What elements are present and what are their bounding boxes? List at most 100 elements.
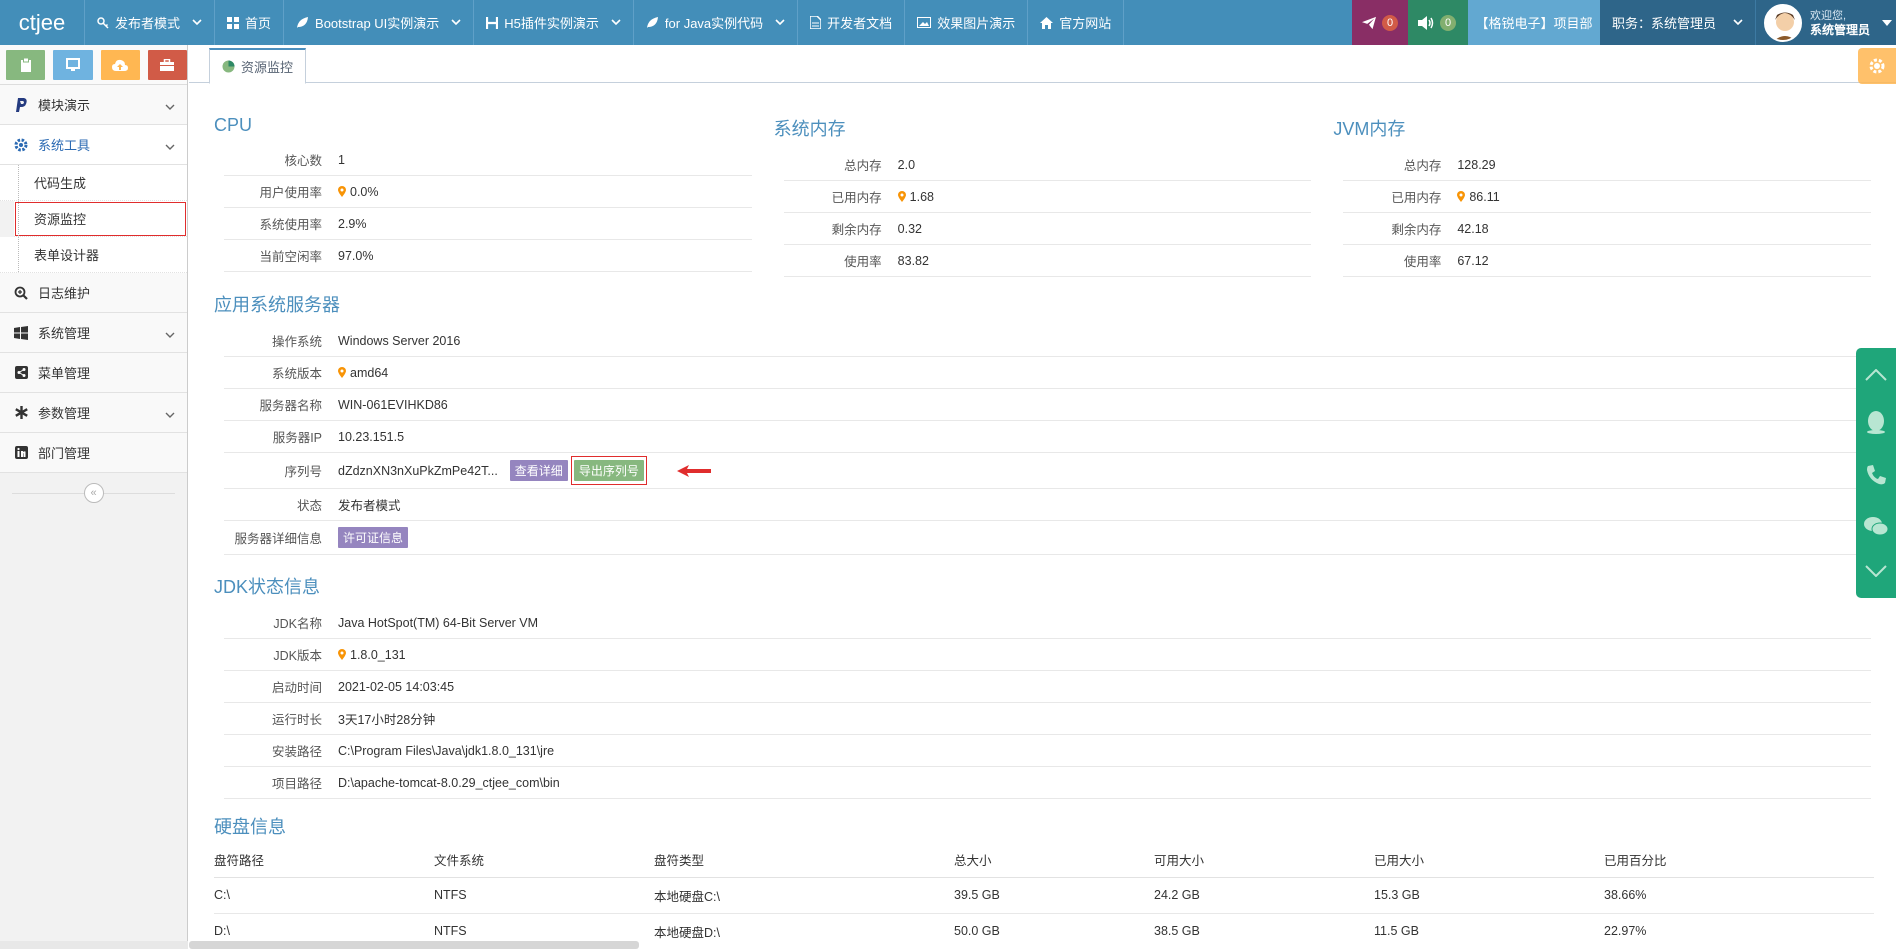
shortcut-bar bbox=[0, 45, 187, 85]
sidebar-item-parameter-management[interactable]: 参数管理 bbox=[0, 393, 187, 433]
sidebar-subitem-resource-monitor[interactable]: 资源监控 bbox=[14, 201, 187, 237]
jdk-row: JDK名称 Java HotSpot(TM) 64-Bit Server VM bbox=[224, 607, 1871, 639]
sidebar-subitem-form-designer[interactable]: 表单设计器 bbox=[0, 237, 187, 273]
briefcase-shortcut[interactable] bbox=[147, 49, 187, 80]
red-arrow-icon bbox=[676, 464, 711, 477]
sidebar-subitem-code-generation[interactable]: 代码生成 bbox=[0, 165, 187, 201]
jdk-panel: JDK状态信息 JDK名称 Java HotSpot(TM) 64-Bit Ser… bbox=[214, 573, 1896, 799]
disk-column-header: 总大小 bbox=[954, 843, 1154, 878]
detail-row: 服务器详细信息 许可证信息 bbox=[224, 521, 1871, 555]
sidebar-collapse-button[interactable]: « bbox=[0, 473, 187, 513]
mem-row: 使用率 83.82 bbox=[783, 245, 1312, 277]
serial-row: 序列号 dZdznXN3nXuPkZmPe42T... 查看详细 导出序列号 bbox=[224, 453, 1871, 489]
export-serial-button[interactable]: 导出序列号 bbox=[573, 460, 644, 481]
cpu-row: 系统使用率 2.9% bbox=[224, 208, 752, 240]
qq-icon[interactable] bbox=[1865, 410, 1887, 435]
asterisk-icon bbox=[12, 406, 30, 419]
jdk-row: 安装路径 C:\Program Files\Java\jdk1.8.0_131\j… bbox=[224, 735, 1871, 767]
project-label[interactable]: 【格锐电子】项目部 bbox=[1468, 0, 1600, 45]
clipboard-icon bbox=[20, 57, 31, 72]
jdk-key: JDK版本 bbox=[273, 649, 322, 663]
sidebar-item-department-management[interactable]: 部门管理 bbox=[0, 433, 187, 473]
document-icon bbox=[810, 16, 822, 29]
tab-resource-monitor[interactable]: 资源监控 bbox=[209, 48, 307, 84]
monitor-icon bbox=[65, 57, 80, 71]
sidebar-item-label: 日志维护 bbox=[38, 286, 91, 301]
user-menu[interactable]: 欢迎您, 系统管理员 bbox=[1755, 0, 1896, 45]
wechat-icon[interactable] bbox=[1864, 516, 1888, 536]
serial-key: 序列号 bbox=[284, 465, 322, 479]
nav-h5-plugin-demo[interactable]: H5插件实例演示 bbox=[474, 0, 634, 45]
notifications-button[interactable]: 0 bbox=[1352, 0, 1408, 45]
mem-value: 83.82 bbox=[897, 253, 929, 268]
mem-key: 使用率 bbox=[844, 255, 882, 269]
sidebar-item-module-demo[interactable]: 模块演示 bbox=[0, 85, 187, 125]
horizontal-scrollbar[interactable] bbox=[0, 941, 188, 949]
disk-cell: 38.66% bbox=[1604, 877, 1874, 914]
welcome-text: 欢迎您, bbox=[1810, 9, 1847, 22]
chevron-down-icon bbox=[451, 19, 461, 26]
monitor-shortcut[interactable] bbox=[53, 49, 93, 80]
sidebar-item-system-tools[interactable]: 系统工具 bbox=[0, 125, 187, 165]
horizontal-scrollbar-thumb[interactable] bbox=[189, 941, 639, 949]
nav-label: H5插件实例演示 bbox=[504, 16, 599, 31]
disk-column-header: 盘符路径 bbox=[214, 843, 434, 878]
jdk-value: C:\Program Files\Java\jdk1.8.0_131\jre bbox=[338, 743, 555, 758]
chevron-down-icon bbox=[611, 19, 621, 26]
jvm-title: JVM内存 bbox=[1333, 119, 1406, 139]
arch-row: 系统版本 amd64 bbox=[224, 357, 1871, 389]
settings-button[interactable] bbox=[1858, 48, 1896, 84]
chevron-down-icon[interactable] bbox=[1865, 565, 1887, 578]
mem-value: 0.32 bbox=[897, 221, 923, 236]
jvm-value: 42.18 bbox=[1457, 221, 1489, 236]
nav-screenshots[interactable]: 效果图片演示 bbox=[905, 0, 1029, 45]
sidebar-item-log-maintenance[interactable]: 日志维护 bbox=[0, 273, 187, 313]
disk-cell: 22.97% bbox=[1604, 913, 1874, 949]
volume-button[interactable]: 0 bbox=[1408, 0, 1468, 45]
upload-shortcut[interactable] bbox=[100, 49, 140, 80]
sidebar-item-system-management[interactable]: 系统管理 bbox=[0, 313, 187, 353]
brand-logo[interactable]: ctjee bbox=[0, 0, 85, 45]
arch-value: amd64 bbox=[350, 365, 389, 380]
nav-developer-docs[interactable]: 开发者文档 bbox=[798, 0, 906, 45]
jdk-value: Java HotSpot(TM) 64-Bit Server VM bbox=[338, 615, 539, 630]
jdk-key: 安装路径 bbox=[271, 745, 322, 759]
cpu-row: 当前空闲率 97.0% bbox=[224, 240, 752, 272]
jvm-row: 已用内存 86.11 bbox=[1343, 181, 1872, 213]
cpu-value: 2.9% bbox=[338, 216, 367, 231]
nav-label: 效果图片演示 bbox=[937, 16, 1016, 31]
phone-icon[interactable] bbox=[1865, 464, 1887, 486]
disk-column-header: 已用大小 bbox=[1374, 843, 1604, 878]
nav-publisher-mode[interactable]: 发布者模式 bbox=[85, 0, 216, 45]
sidebar-item-menu-management[interactable]: 菜单管理 bbox=[0, 353, 187, 393]
role-dropdown[interactable]: 职务：系统管理员 bbox=[1600, 0, 1755, 45]
volume-count: 0 bbox=[1440, 14, 1456, 31]
jdk-value: 1.8.0_131 bbox=[350, 647, 406, 662]
memory-panel: 系统内存 总内存 2.0 已用内存 1.68 剩余内存 0.32 使用率 83.82 bbox=[774, 115, 1312, 277]
nav-official-site[interactable]: 官方网站 bbox=[1028, 0, 1125, 45]
briefcase-icon bbox=[160, 58, 175, 71]
disk-cell: 38.5 GB bbox=[1154, 913, 1374, 949]
disk-cell: C:\ bbox=[214, 877, 434, 914]
disk-cell: 15.3 GB bbox=[1374, 877, 1604, 914]
clipboard-shortcut[interactable] bbox=[6, 49, 46, 80]
map-marker-icon bbox=[338, 649, 346, 660]
sidebar-item-label: 模块演示 bbox=[38, 98, 91, 113]
mem-value: 2.0 bbox=[897, 157, 916, 172]
jdk-row: 启动时间 2021-02-05 14:03:45 bbox=[224, 671, 1871, 703]
nav-bootstrap-ui-demo[interactable]: Bootstrap UI实例演示 bbox=[284, 0, 475, 45]
nav-java-examples[interactable]: for Java实例代码 bbox=[634, 0, 799, 45]
view-detail-button[interactable]: 查看详细 bbox=[509, 460, 568, 481]
license-info-button[interactable]: 许可证信息 bbox=[338, 527, 409, 548]
sidebar-item-label: 系统管理 bbox=[38, 326, 91, 341]
paper-plane-icon bbox=[1362, 16, 1376, 29]
status-row: 状态 发布者模式 bbox=[224, 489, 1871, 521]
map-marker-icon bbox=[1457, 191, 1466, 202]
cpu-key: 核心数 bbox=[284, 154, 322, 168]
status-value: 发布者模式 bbox=[338, 499, 401, 513]
jvm-key: 剩余内存 bbox=[1391, 223, 1442, 237]
disk-cell: 本地硬盘D:\ bbox=[654, 913, 954, 949]
nav-home[interactable]: 首页 bbox=[215, 0, 285, 45]
disk-cell: 39.5 GB bbox=[954, 877, 1154, 914]
chevron-up-icon[interactable] bbox=[1865, 368, 1887, 381]
